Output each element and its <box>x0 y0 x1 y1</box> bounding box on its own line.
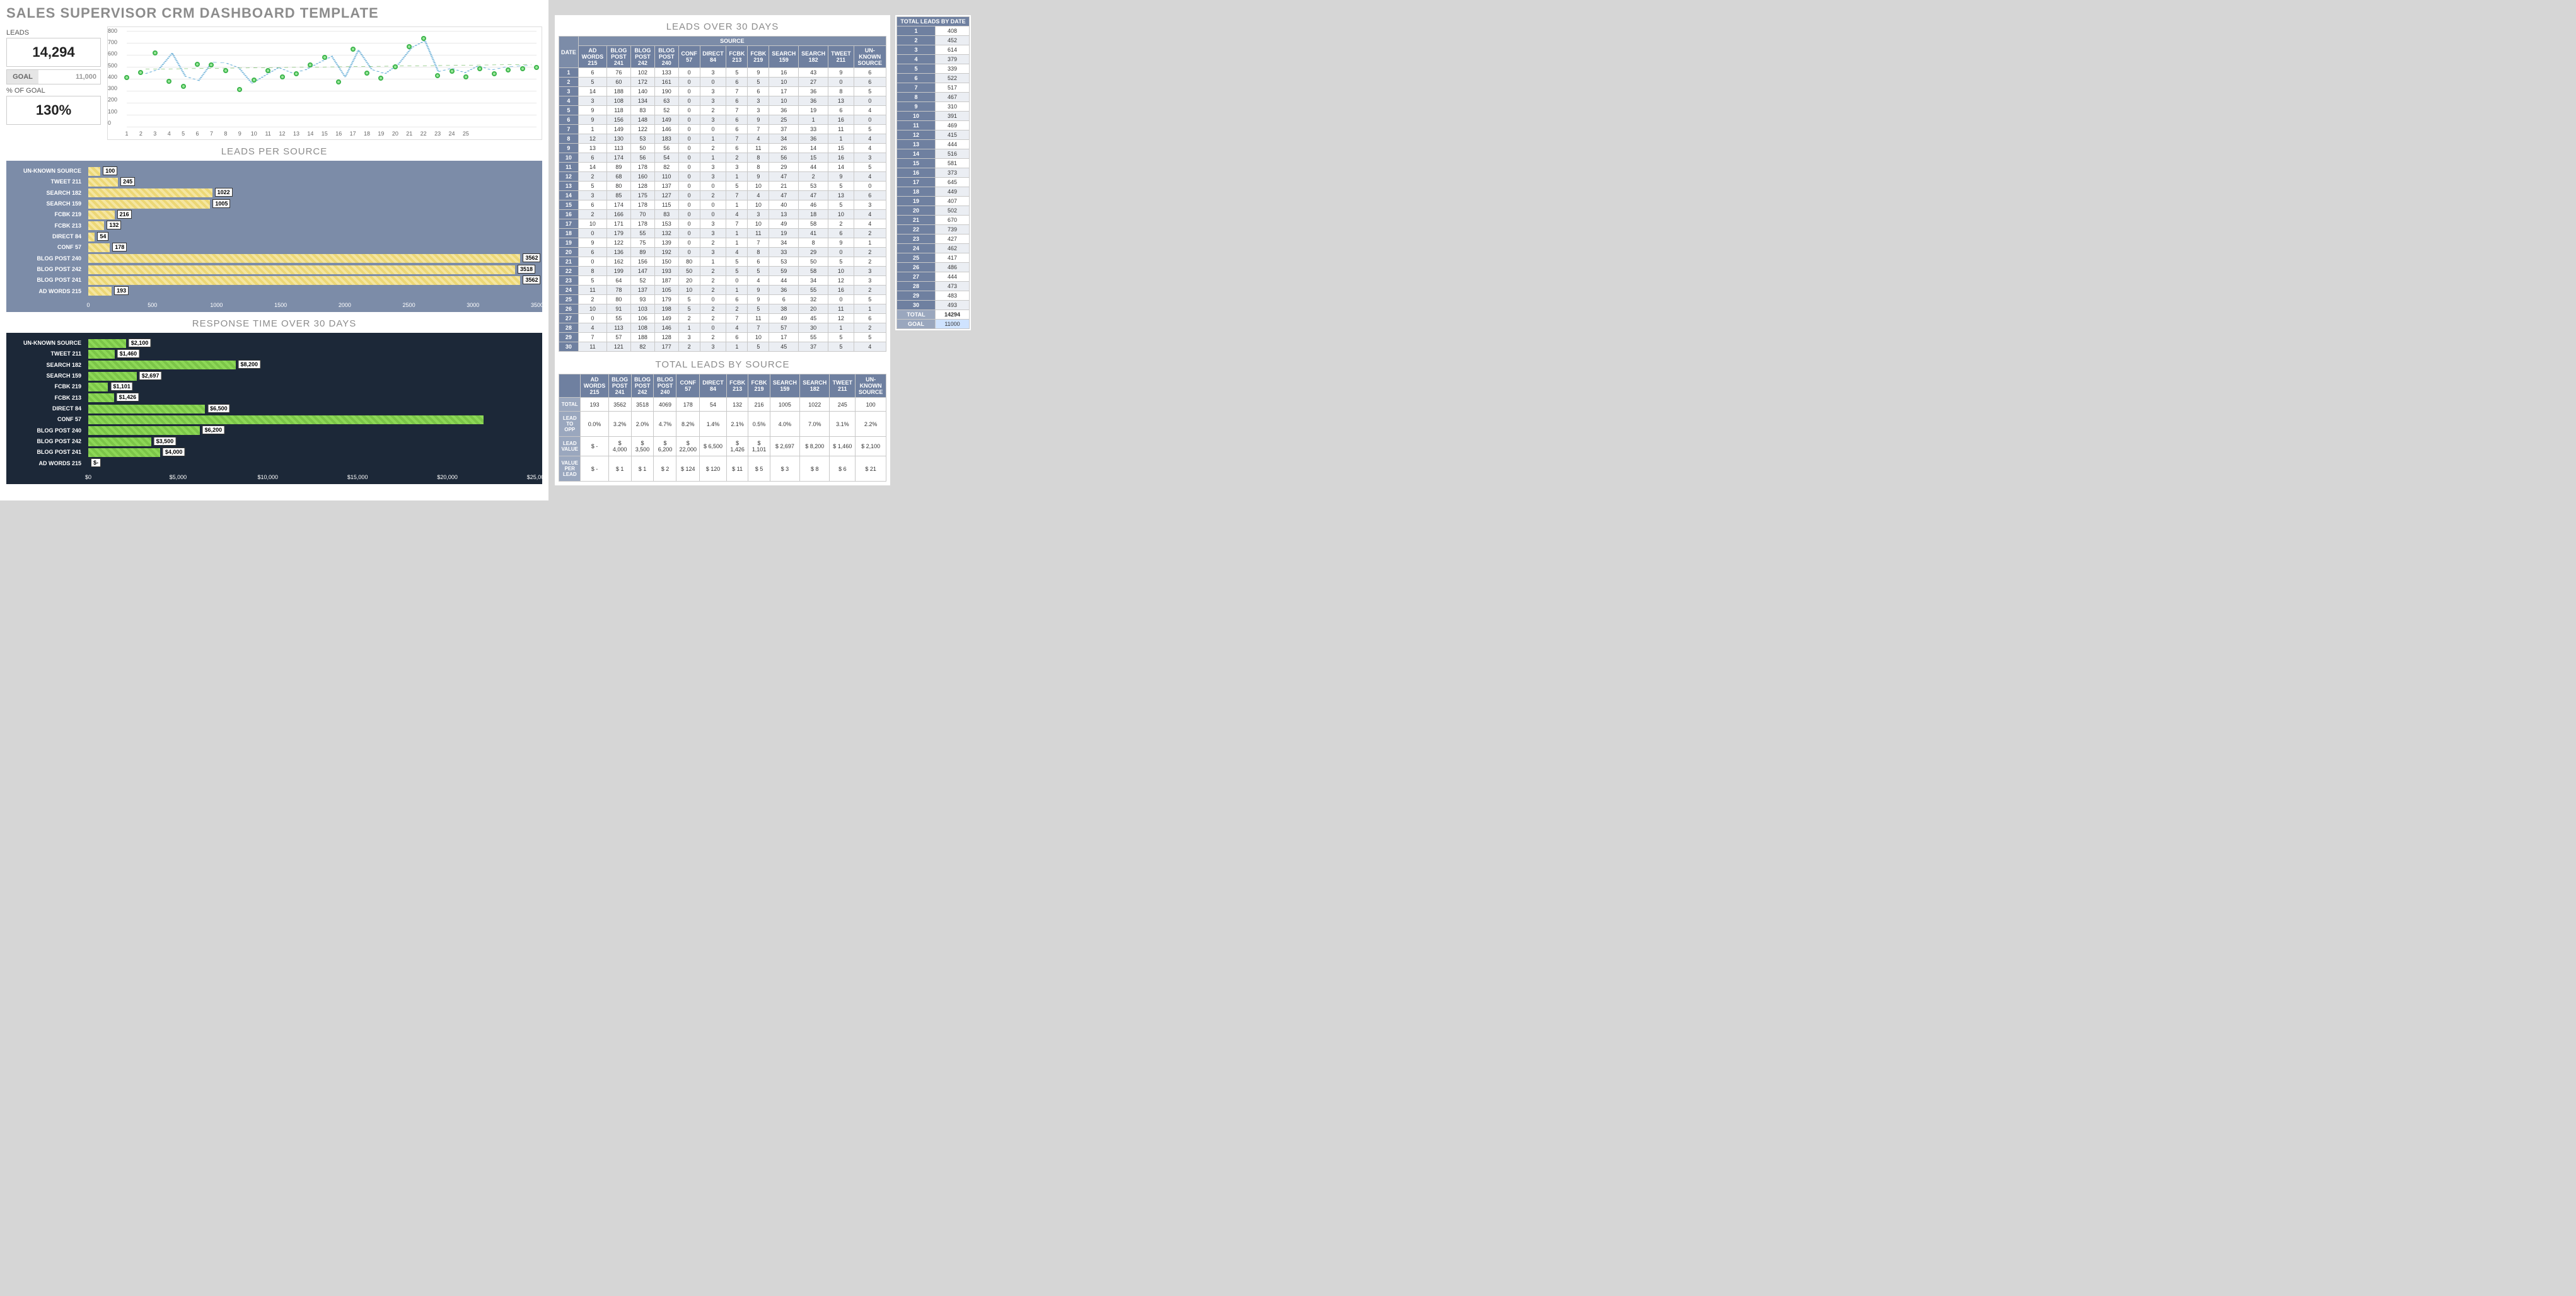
pct-of-goal-label: % OF GOAL <box>6 87 101 95</box>
page-title: SALES SUPERVISOR CRM DASHBOARD TEMPLATE <box>6 5 542 21</box>
leads-30-table: DATESOURCEAD WORDS 215BLOG POST 241BLOG … <box>559 36 886 352</box>
goal-row: GOAL 11,000 <box>6 69 101 84</box>
leads-per-source-chart: UN-KNOWN SOURCE100TWEET 211245SEARCH 182… <box>6 161 542 312</box>
leads-label: LEADS <box>6 29 101 37</box>
totals-by-source-title: TOTAL LEADS BY SOURCE <box>559 359 886 370</box>
leads-per-source-title: LEADS PER SOURCE <box>6 146 542 157</box>
totals-by-date-table: TOTAL LEADS BY DATE140824523614437953396… <box>896 16 970 329</box>
goal-label: GOAL <box>7 70 38 84</box>
metrics-panel: LEADS 14,294 GOAL 11,000 % OF GOAL 130% <box>6 26 101 140</box>
pct-of-goal-value: 130% <box>6 96 101 125</box>
leads-value: 14,294 <box>6 38 101 67</box>
goal-value: 11,000 <box>38 70 100 84</box>
response-time-title: RESPONSE TIME OVER 30 DAYS <box>6 318 542 329</box>
line-chart: 0100200300400500600700800123456789101112… <box>107 26 542 140</box>
response-time-chart: UN-KNOWN SOURCE$2,100TWEET 211$1,460SEAR… <box>6 333 542 484</box>
leads-30-title: LEADS OVER 30 DAYS <box>559 21 886 32</box>
totals-by-source-table: AD WORDS 215BLOG POST 241BLOG POST 242BL… <box>559 374 886 482</box>
